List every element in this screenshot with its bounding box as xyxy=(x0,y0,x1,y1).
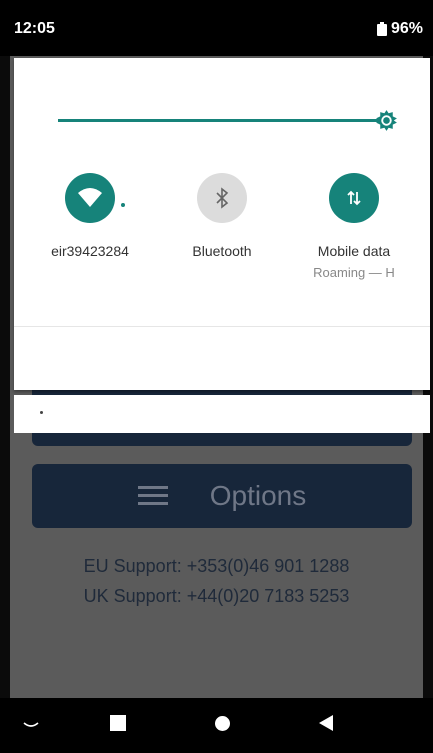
options-button[interactable]: Options xyxy=(32,464,412,528)
quick-settings-panel: eir39423284 Bluetooth Mobile data Roamin… xyxy=(14,58,430,390)
uk-support-text: UK Support: +44(0)20 7183 5253 xyxy=(83,586,350,606)
bluetooth-icon xyxy=(197,173,247,223)
wifi-more-icon xyxy=(121,203,125,207)
battery-percent: 96% xyxy=(390,20,423,37)
tile-mobile-data-sublabel: Roaming — H xyxy=(313,265,395,280)
menu-icon xyxy=(137,486,168,506)
mobile-data-icon xyxy=(329,173,379,223)
battery-icon xyxy=(376,22,387,36)
tile-wifi-label: eir39423284 xyxy=(51,243,129,259)
panel-divider xyxy=(14,326,430,327)
recents-button[interactable] xyxy=(110,715,126,731)
tile-mobile-data-label: Mobile data xyxy=(317,243,391,259)
hide-keyboard-icon[interactable] xyxy=(22,720,40,730)
back-button[interactable] xyxy=(318,714,334,732)
navigation-bar xyxy=(0,698,433,753)
brightness-icon[interactable] xyxy=(374,108,399,133)
tile-wifi[interactable]: eir39423284 xyxy=(30,173,150,259)
status-bar: 12:05 96% xyxy=(0,0,433,56)
brightness-slider[interactable] xyxy=(58,119,388,122)
tile-bluetooth-label: Bluetooth xyxy=(192,243,252,259)
options-label: Options xyxy=(209,480,307,511)
notification-card[interactable] xyxy=(14,395,430,433)
home-button[interactable] xyxy=(215,716,230,731)
battery-indicator: 96% xyxy=(376,20,423,38)
tile-bluetooth[interactable]: Bluetooth xyxy=(162,173,282,259)
status-time: 12:05 xyxy=(14,20,55,37)
eu-support-text: EU Support: +353(0)46 901 1288 xyxy=(83,556,350,576)
tile-mobile-data[interactable]: Mobile data Roaming — H xyxy=(294,173,414,280)
notification-dot xyxy=(40,411,43,414)
wifi-icon xyxy=(65,173,115,223)
